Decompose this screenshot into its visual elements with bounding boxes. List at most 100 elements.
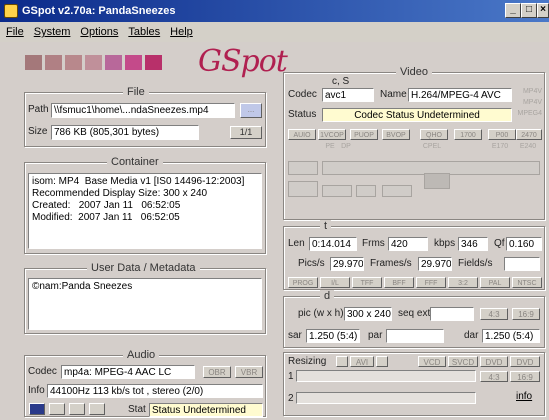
audio-obr-button[interactable]: OBR [203,366,231,378]
pics-label: Pics/s [298,258,325,269]
audio-channel-button-2[interactable] [49,403,65,415]
resize-row2-label: 2 [288,393,294,404]
resize-vcd-button[interactable]: VCD [418,356,446,367]
resize-svcd-button[interactable]: SVCD [448,356,478,367]
resize-avi-button[interactable]: AVI [350,356,374,367]
dar-label: dar [464,330,479,341]
menu-system[interactable]: System [34,26,71,38]
stripe-5 [125,55,142,70]
audio-stat-field: Status Undetermined [149,403,263,417]
resize-43-button[interactable]: 4:3 [480,371,508,382]
chart-icon[interactable] [424,173,450,189]
file-count-button[interactable]: 1/1 [230,126,262,139]
aspect-169-button[interactable]: 16:9 [512,308,540,320]
audio-info-field: 44100Hz 113 kb/s tot , stereo (2/0) [47,384,263,398]
video-group-title: Video [396,66,432,78]
video-name-label: Name [380,89,407,100]
scan-button-ntsc[interactable]: NTSC [512,277,542,288]
scan-type-buttons: PROG I/L TFF BFF FFF 3:2 PAL NTSC [288,277,542,288]
menu-options[interactable]: Options [80,26,118,38]
audio-channel-button-3[interactable] [69,403,85,415]
video-flag-button-5[interactable]: 1700 [454,129,482,140]
scan-button-tff[interactable]: TFF [352,277,382,288]
graph-icon[interactable] [288,181,318,197]
file-group: File Path \\fsmuc1\home\...ndaSneezes.mp… [24,86,266,147]
qf-field: 0.160 [506,237,542,251]
timing-group-title: t [320,220,332,232]
aspect-43-button[interactable]: 4:3 [480,308,508,320]
video-flag-sub-2: CPEL [422,143,442,150]
audio-codec-field: mp4a: MPEG-4 AAC LC [61,365,195,379]
resize-row1-label: 1 [288,371,294,382]
frms-field: 420 [388,237,428,251]
path-label: Path [28,104,49,115]
kbps-label: kbps [434,238,456,249]
timing-group: t Len 0:14.014 Frms 420 kbps 346 Qf 0.16… [283,220,545,290]
userdata-group: User Data / Metadata ©nam:Panda Sneezes [24,262,266,334]
stripe-6 [145,55,162,70]
scan-button-32[interactable]: 3:2 [448,277,478,288]
container-group: Container isom: MP4 Base Media v1 [IS0 1… [24,156,266,254]
window-title: GSpot v2.70a: PandaSneezes [22,5,176,17]
scan-button-pal[interactable]: PAL [480,277,510,288]
info-link[interactable]: info [516,391,532,402]
video-flag-button-6[interactable]: P00 [488,129,516,140]
menu-bar: File System Options Tables Help [0,22,549,42]
stripe-1 [45,55,62,70]
video-flag-button-7[interactable]: 2470 [516,129,542,140]
fields-field [504,257,540,271]
maximize-button[interactable]: □ [521,3,537,18]
pic-field: 300 x 240 [344,307,392,321]
video-flag-button-2[interactable]: PUOP [350,129,378,140]
video-flag-sub-3: E170 [491,143,509,150]
audio-channel-icon[interactable] [29,403,45,415]
menu-tables[interactable]: Tables [128,26,160,38]
frames-label: Frames/s [370,258,412,269]
frames-field: 29.970 [418,257,452,271]
menu-file[interactable]: File [6,26,24,38]
resize-169-button[interactable]: 16:9 [510,371,540,382]
video-flag-button-3[interactable]: BVOP [382,129,410,140]
dar-field: 1.250 (5:4) [482,329,540,343]
audio-codec-label: Codec [28,366,57,377]
sar-label: sar [288,330,302,341]
resize-dvd2-button[interactable]: DVD [510,356,540,367]
par-field [386,329,444,343]
container-group-title: Container [107,156,163,168]
close-button[interactable]: × [537,3,549,18]
video-codec-field: avc1 [322,88,374,102]
browse-button[interactable]: ... [240,103,262,118]
audio-channel-button-4[interactable] [89,403,105,415]
qf-label: Qf [494,238,505,249]
dims-group: d pic (w x h) 300 x 240 seq ext 4:3 16:9… [283,290,545,348]
resize-dvd-button[interactable]: DVD [480,356,508,367]
scan-button-prog[interactable]: PROG [288,277,318,288]
path-field[interactable]: \\fsmuc1\home\...ndaSneezes.mp4 [51,103,235,118]
resizing-group: Resizing AVI VCD SVCD DVD DVD 1 4:3 16:9… [283,352,545,416]
resize-btn-a[interactable] [336,356,348,367]
video-flag-button-4[interactable]: QHO [420,129,448,140]
scan-button-fff[interactable]: FFF [416,277,446,288]
pic-label: pic (w x h) [298,308,344,319]
scan-button-bff[interactable]: BFF [384,277,414,288]
len-field: 0:14.014 [309,237,357,251]
resize-row2-field [296,392,476,404]
video-flag-button-0[interactable]: AUIO [288,129,316,140]
video-flag-sub-4: E240 [519,143,537,150]
gspot-logo: GSpot [198,44,288,79]
audio-info-label: Info [28,385,45,396]
video-codec-label: Codec [288,89,317,100]
video-flag-button-1[interactable]: 1VCOP [318,129,346,140]
video-status-field: Codec Status Undetermined [322,108,512,122]
side-btn-2: MP4V [522,99,542,106]
resize-btn-b[interactable] [376,356,388,367]
cs-label: c, S [332,76,350,87]
userdata-box: ©nam:Panda Sneezes [28,278,262,330]
menu-help[interactable]: Help [170,26,193,38]
scan-button-il[interactable]: I/L [320,277,350,288]
seqext-field [430,307,474,321]
minimize-button[interactable]: _ [505,3,521,18]
bar-block-1 [288,161,318,175]
audio-vbr-button[interactable]: VBR [235,366,263,378]
video-flag-buttons: AUIO 1VCOP PUOP BVOP QHO 1700 P00 2470 PE DP CPEL E… [288,129,542,153]
